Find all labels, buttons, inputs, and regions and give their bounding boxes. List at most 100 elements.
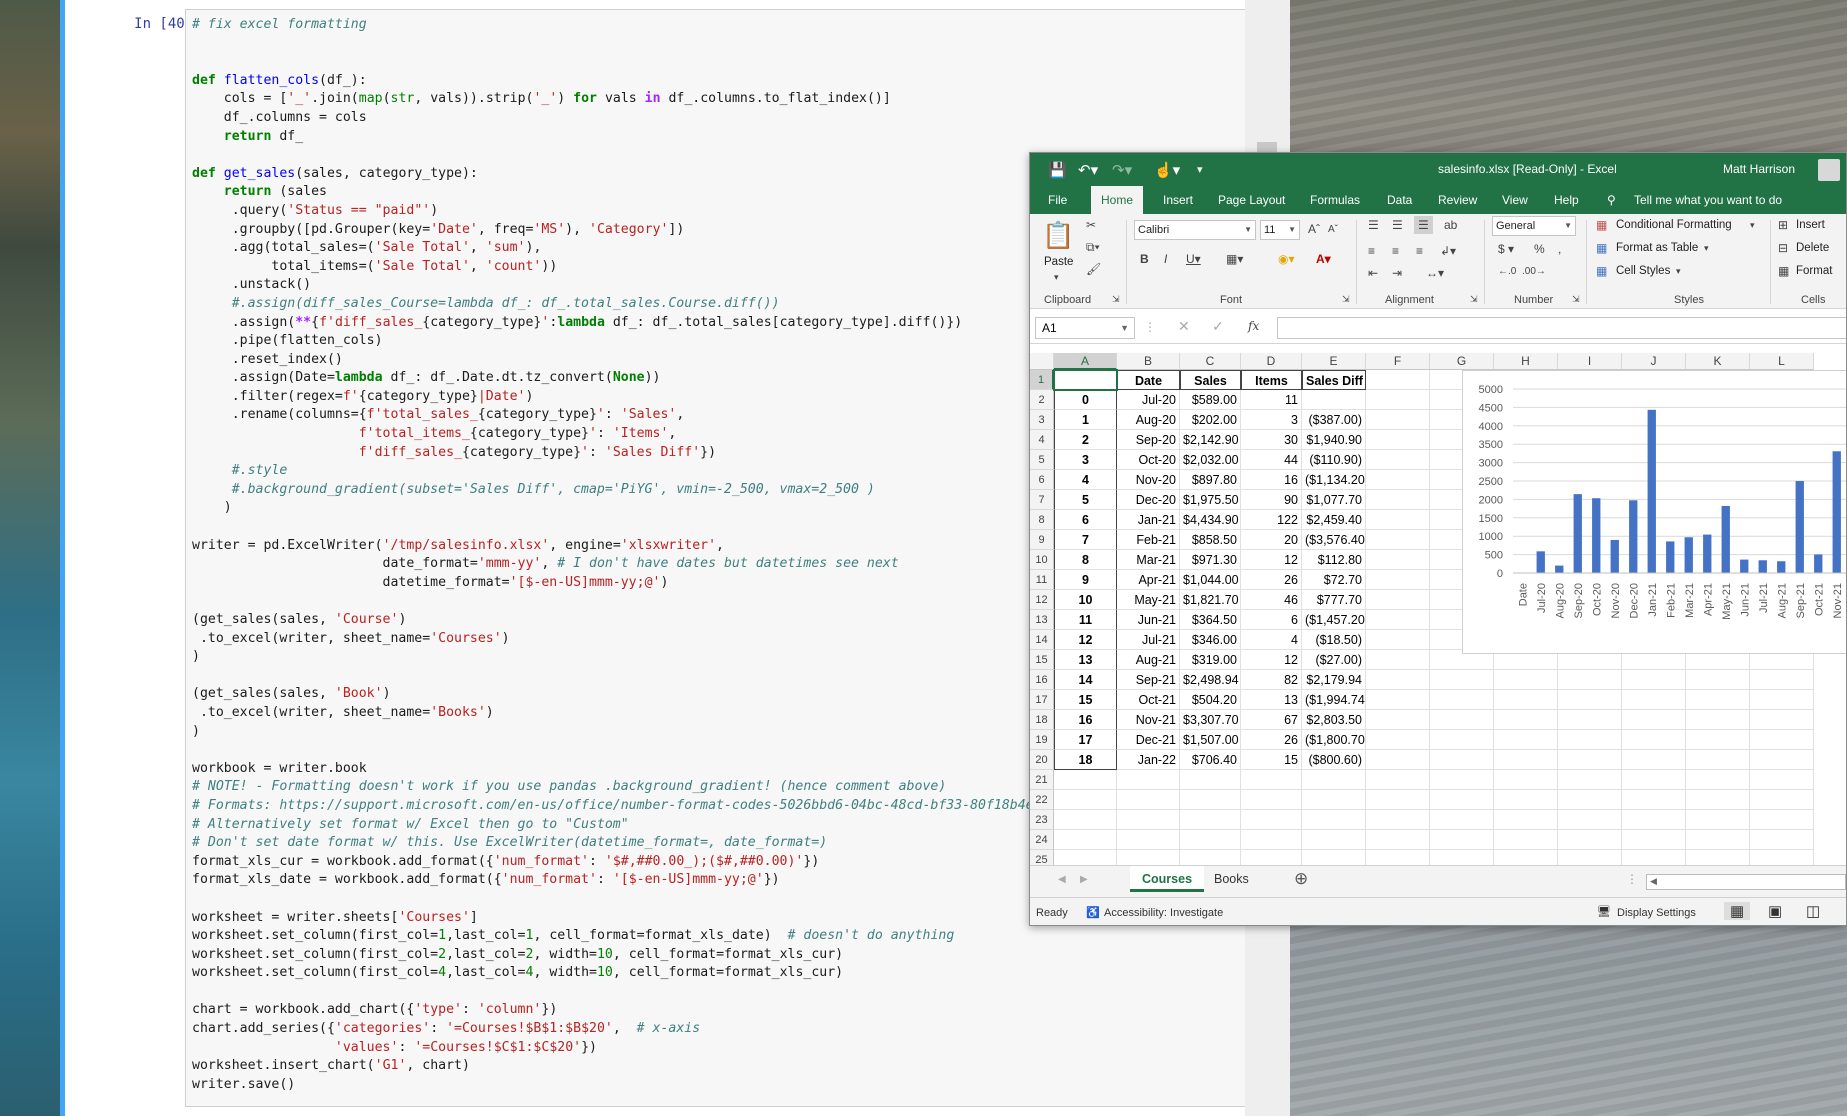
row-header[interactable]: 15 [1030, 650, 1054, 670]
table-cell[interactable]: 11 [1241, 390, 1302, 410]
empty-cell[interactable] [1750, 790, 1814, 810]
empty-cell[interactable] [1430, 750, 1494, 770]
empty-cell[interactable] [1750, 710, 1814, 730]
table-cell[interactable]: 0 [1054, 390, 1117, 410]
middle-align-icon[interactable]: ☰ [1392, 218, 1403, 232]
empty-cell[interactable] [1366, 390, 1430, 410]
empty-cell[interactable] [1366, 790, 1430, 810]
table-cell[interactable]: 3 [1054, 450, 1117, 470]
accessibility-status[interactable]: Accessibility: Investigate [1104, 907, 1223, 919]
currency-icon[interactable]: $ ▾ [1498, 242, 1514, 256]
chevron-down-icon[interactable]: ▾ [1054, 272, 1059, 283]
empty-cell[interactable] [1622, 670, 1686, 690]
row-header[interactable]: 10 [1030, 550, 1054, 570]
table-cell[interactable]: ($3,576.40) [1302, 530, 1366, 550]
empty-cell[interactable] [1558, 710, 1622, 730]
empty-cell[interactable] [1180, 810, 1241, 830]
table-cell[interactable]: ($1,457.20) [1302, 610, 1366, 630]
insert-cells-button[interactable]: Insert [1796, 219, 1825, 231]
table-cell[interactable]: 122 [1241, 510, 1302, 530]
table-cell[interactable]: Dec-21 [1117, 730, 1180, 750]
table-cell[interactable]: ($18.50) [1302, 630, 1366, 650]
row-header[interactable]: 4 [1030, 430, 1054, 450]
tell-me-search[interactable]: Tell me what you want to do [1634, 186, 1782, 214]
column-header[interactable]: F [1366, 353, 1430, 370]
table-cell[interactable]: $897.80 [1180, 470, 1241, 490]
empty-cell[interactable] [1686, 830, 1750, 850]
cut-icon[interactable]: ✂ [1086, 218, 1096, 232]
table-cell[interactable]: $2,032.00 [1180, 450, 1241, 470]
empty-cell[interactable] [1366, 470, 1430, 490]
bottom-align-icon[interactable]: ☰ [1414, 216, 1433, 234]
empty-cell[interactable] [1494, 730, 1558, 750]
empty-cell[interactable] [1750, 730, 1814, 750]
table-cell[interactable]: $364.50 [1180, 610, 1241, 630]
empty-cell[interactable] [1430, 790, 1494, 810]
table-cell[interactable]: $1,044.00 [1180, 570, 1241, 590]
empty-cell[interactable] [1558, 810, 1622, 830]
empty-cell[interactable] [1622, 830, 1686, 850]
format-as-table-button[interactable]: Format as Table [1616, 242, 1698, 254]
table-cell[interactable]: ($1,134.20) [1302, 470, 1366, 490]
empty-cell[interactable] [1241, 810, 1302, 830]
row-header[interactable]: 3 [1030, 410, 1054, 430]
table-cell[interactable]: 16 [1054, 710, 1117, 730]
table-cell[interactable]: 14 [1054, 670, 1117, 690]
row-header[interactable]: 14 [1030, 630, 1054, 650]
name-box[interactable]: A1 ▼ [1035, 317, 1135, 339]
table-cell[interactable]: Jan-21 [1117, 510, 1180, 530]
font-color-icon[interactable]: A▾ [1316, 252, 1331, 266]
table-cell[interactable]: 12 [1054, 630, 1117, 650]
row-header[interactable]: 19 [1030, 730, 1054, 750]
align-center-icon[interactable]: ≡ [1392, 244, 1399, 258]
empty-cell[interactable] [1686, 730, 1750, 750]
table-cell[interactable]: 3 [1241, 410, 1302, 430]
table-cell[interactable]: $2,142.90 [1180, 430, 1241, 450]
decrease-indent-icon[interactable]: ⇤ [1368, 266, 1378, 280]
empty-cell[interactable] [1750, 810, 1814, 830]
conditional-formatting-button[interactable]: Conditional Formatting [1616, 219, 1732, 231]
table-cell[interactable]: ($27.00) [1302, 650, 1366, 670]
table-cell[interactable]: 15 [1241, 750, 1302, 770]
empty-cell[interactable] [1686, 690, 1750, 710]
empty-cell[interactable] [1366, 810, 1430, 830]
empty-cell[interactable] [1241, 830, 1302, 850]
empty-cell[interactable] [1494, 790, 1558, 810]
table-cell[interactable]: Oct-20 [1117, 450, 1180, 470]
empty-cell[interactable] [1366, 850, 1430, 865]
empty-cell[interactable] [1302, 830, 1366, 850]
column-header[interactable]: H [1494, 353, 1558, 370]
display-settings-icon[interactable]: 🖥 [1597, 905, 1611, 918]
table-cell[interactable]: 44 [1241, 450, 1302, 470]
enter-icon[interactable]: ✓ [1212, 318, 1224, 335]
table-cell[interactable]: 82 [1241, 670, 1302, 690]
format-as-table-icon[interactable]: ▦ [1596, 241, 1607, 255]
empty-cell[interactable] [1302, 850, 1366, 865]
empty-cell[interactable] [1686, 670, 1750, 690]
empty-cell[interactable] [1117, 810, 1180, 830]
tab-review[interactable]: Review [1438, 186, 1477, 214]
align-right-icon[interactable]: ≡ [1416, 244, 1423, 258]
normal-view-icon[interactable]: ▦ [1724, 902, 1751, 920]
empty-cell[interactable] [1054, 770, 1117, 790]
table-cell[interactable]: $2,459.40 [1302, 510, 1366, 530]
table-cell[interactable]: $3,307.70 [1180, 710, 1241, 730]
table-cell[interactable]: $504.20 [1180, 690, 1241, 710]
empty-cell[interactable] [1366, 550, 1430, 570]
tab-view[interactable]: View [1502, 186, 1528, 214]
table-cell[interactable]: $1,507.00 [1180, 730, 1241, 750]
empty-cell[interactable] [1622, 710, 1686, 730]
excel-window[interactable]: 💾 ↶▾ ↷▾ ☝▾ ▾ salesinfo.xlsx [Read-Only] … [1029, 152, 1847, 926]
font-size-select[interactable]: 11 ▼ [1260, 220, 1300, 240]
bold-icon[interactable]: B [1140, 252, 1149, 266]
row-header[interactable]: 17 [1030, 690, 1054, 710]
percent-icon[interactable]: % [1534, 242, 1545, 256]
table-cell[interactable]: $346.00 [1180, 630, 1241, 650]
empty-cell[interactable] [1302, 790, 1366, 810]
table-cell[interactable]: $1,821.70 [1180, 590, 1241, 610]
empty-cell[interactable] [1622, 750, 1686, 770]
table-cell[interactable]: 20 [1241, 530, 1302, 550]
font-name-select[interactable]: Calibri ▼ [1134, 220, 1256, 240]
column-header[interactable]: C [1180, 353, 1241, 370]
table-cell[interactable]: $706.40 [1180, 750, 1241, 770]
